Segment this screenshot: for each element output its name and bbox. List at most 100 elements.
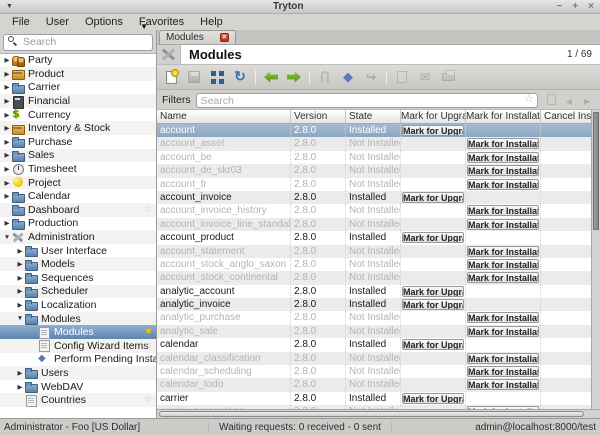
action-button[interactable] xyxy=(337,67,359,87)
close-button[interactable]: × xyxy=(588,1,594,12)
column-header-name[interactable]: Name xyxy=(157,110,291,123)
tree-item-inventory-stock[interactable]: ▶Inventory & Stock xyxy=(0,121,156,135)
vertical-scrollbar[interactable] xyxy=(591,110,600,409)
vertical-scrollbar-thumb[interactable] xyxy=(593,112,599,230)
column-header-mark-for-installation[interactable]: Mark for Installation xyxy=(466,110,541,123)
module-row-account-be[interactable]: account_be2.8.0Not InstalledMark for Ins… xyxy=(157,151,591,164)
mark-for-upgrade-button[interactable]: Mark for Upgrade xyxy=(402,125,464,136)
tree-item-modules[interactable]: ▼Modules xyxy=(0,312,156,326)
maximize-button[interactable]: + xyxy=(572,1,578,12)
mark-for-installation-button[interactable]: Mark for Installation xyxy=(467,179,539,190)
next-button[interactable] xyxy=(283,67,305,87)
tree-item-sequences[interactable]: ▶Sequences xyxy=(0,271,156,285)
tree-item-project[interactable]: ▶Project xyxy=(0,176,156,190)
panel-dropdown-icon[interactable]: ▼ xyxy=(140,22,148,31)
module-row-account-invoice-history[interactable]: account_invoice_history2.8.0Not Installe… xyxy=(157,204,591,217)
switch-view-button[interactable] xyxy=(206,67,228,87)
mark-for-installation-button[interactable]: Mark for Installation xyxy=(467,219,539,230)
expander-icon[interactable]: ▶ xyxy=(2,219,12,227)
expander-icon[interactable]: ▶ xyxy=(2,138,12,146)
tree-item-administration[interactable]: ▼Administration xyxy=(0,230,156,244)
tree-item-config-wizard-items[interactable]: Config Wizard Items☆ xyxy=(0,339,156,353)
expander-icon[interactable]: ▶ xyxy=(2,124,12,132)
module-row-account-statement[interactable]: account_statement2.8.0Not InstalledMark … xyxy=(157,245,591,258)
tree-item-countries[interactable]: Countries☆ xyxy=(0,393,156,407)
window-menu-icon[interactable]: ▼ xyxy=(6,3,20,10)
tree-item-currency[interactable]: ▶Currency xyxy=(0,108,156,122)
favorite-star-icon[interactable]: ★ xyxy=(144,325,153,339)
mark-for-upgrade-button[interactable]: Mark for Upgrade xyxy=(402,232,464,243)
tree-item-scheduler[interactable]: ▶Scheduler xyxy=(0,285,156,299)
favorite-star-icon[interactable]: ☆ xyxy=(144,203,153,217)
mark-for-installation-button[interactable]: Mark for Installation xyxy=(467,272,539,283)
favorite-star-icon[interactable]: ☆ xyxy=(144,353,153,367)
module-row-analytic-purchase[interactable]: analytic_purchase2.8.0Not InstalledMark … xyxy=(157,311,591,324)
expander-icon[interactable]: ▶ xyxy=(15,274,25,282)
tree-item-models[interactable]: ▶Models xyxy=(0,257,156,271)
mark-for-installation-button[interactable]: Mark for Installation xyxy=(467,152,539,163)
new-record-button[interactable] xyxy=(160,67,182,87)
module-row-calendar-classification[interactable]: calendar_classification2.8.0Not Installe… xyxy=(157,352,591,365)
mark-for-installation-button[interactable]: Mark for Installation xyxy=(467,353,539,364)
tree-item-localization[interactable]: ▶Localization xyxy=(0,298,156,312)
tree-item-calendar[interactable]: ▶Calendar xyxy=(0,189,156,203)
tree-item-product[interactable]: ▶Product xyxy=(0,67,156,81)
expander-icon[interactable]: ▶ xyxy=(2,151,12,159)
filter-search-input[interactable] xyxy=(196,93,538,108)
minimize-button[interactable]: − xyxy=(556,1,562,12)
tab-close-icon[interactable]: × xyxy=(220,33,229,42)
column-header-state[interactable]: State xyxy=(346,110,401,123)
reload-button[interactable] xyxy=(229,67,251,87)
module-row-account-product[interactable]: account_product2.8.0InstalledMark for Up… xyxy=(157,231,591,244)
menu-help[interactable]: Help xyxy=(192,15,231,29)
menu-user[interactable]: User xyxy=(38,15,77,29)
mark-for-installation-button[interactable]: Mark for Installation xyxy=(467,312,539,323)
mark-for-upgrade-button[interactable]: Mark for Upgrade xyxy=(402,299,464,310)
module-row-analytic-account[interactable]: analytic_account2.8.0InstalledMark for U… xyxy=(157,285,591,298)
mark-for-installation-button[interactable]: Mark for Installation xyxy=(467,165,539,176)
tree-item-perform-pending-installation[interactable]: Perform Pending Installation☆ xyxy=(0,353,156,367)
module-row-account-stock-continental[interactable]: account_stock_continental2.8.0Not Instal… xyxy=(157,271,591,284)
tree-item-dashboard[interactable]: Dashboard☆ xyxy=(0,203,156,217)
tree-item-carrier[interactable]: ▶Carrier xyxy=(0,81,156,95)
column-header-mark-for-upgrade[interactable]: Mark for Upgrade xyxy=(401,110,466,123)
column-header-cancel-installation[interactable]: Cancel Installation xyxy=(541,110,591,123)
mark-for-installation-button[interactable]: Mark for Installation xyxy=(467,366,539,377)
expander-icon[interactable]: ▶ xyxy=(2,70,12,78)
module-row-account-invoice-line-standalone[interactable]: account_invoice_line_standalone2.8.0Not … xyxy=(157,218,591,231)
tree-item-timesheet[interactable]: ▶Timesheet xyxy=(0,162,156,176)
expander-icon[interactable]: ▶ xyxy=(15,260,25,268)
expander-icon[interactable]: ▶ xyxy=(2,111,12,119)
expander-icon[interactable]: ▶ xyxy=(2,192,12,200)
tree-item-user-interface[interactable]: ▶User Interface xyxy=(0,244,156,258)
module-row-calendar-todo[interactable]: calendar_todo2.8.0Not InstalledMark for … xyxy=(157,378,591,391)
module-row-account-fr[interactable]: account_fr2.8.0Not InstalledMark for Ins… xyxy=(157,178,591,191)
module-row-calendar[interactable]: calendar2.8.0InstalledMark for Upgrade xyxy=(157,338,591,351)
previous-button[interactable] xyxy=(260,67,282,87)
tree-item-sales[interactable]: ▶Sales xyxy=(0,149,156,163)
expander-icon[interactable]: ▶ xyxy=(2,83,12,91)
expander-icon[interactable]: ▼ xyxy=(15,315,25,322)
expander-icon[interactable]: ▶ xyxy=(15,369,25,377)
expander-icon[interactable]: ▶ xyxy=(2,56,12,64)
column-header-version[interactable]: Version xyxy=(291,110,346,123)
expander-icon[interactable]: ▶ xyxy=(2,179,12,187)
mark-for-upgrade-button[interactable]: Mark for Upgrade xyxy=(402,192,464,203)
module-row-carrier[interactable]: carrier2.8.0InstalledMark for Upgrade xyxy=(157,392,591,405)
expander-icon[interactable]: ▼ xyxy=(2,234,12,241)
mark-for-installation-button[interactable]: Mark for Installation xyxy=(467,259,539,270)
horizontal-scrollbar[interactable] xyxy=(157,409,600,418)
sidebar-search-input[interactable] xyxy=(3,34,153,51)
expander-icon[interactable]: ▶ xyxy=(15,301,25,309)
mark-for-installation-button[interactable]: Mark for Installation xyxy=(467,205,539,216)
tab-modules[interactable]: Modules × xyxy=(159,30,236,44)
favorite-star-icon[interactable]: ☆ xyxy=(144,393,153,407)
expander-icon[interactable]: ▶ xyxy=(15,287,25,295)
tree-item-modules[interactable]: Modules★ xyxy=(0,325,156,339)
tree-item-party[interactable]: ▶Party xyxy=(0,54,156,68)
horizontal-scrollbar-thumb[interactable] xyxy=(159,411,584,417)
tree-item-purchase[interactable]: ▶Purchase xyxy=(0,135,156,149)
module-row-account-stock-anglo-saxon[interactable]: account_stock_anglo_saxon2.8.0Not Instal… xyxy=(157,258,591,271)
mark-for-installation-button[interactable]: Mark for Installation xyxy=(467,138,539,149)
module-row-account-invoice[interactable]: account_invoice2.8.0InstalledMark for Up… xyxy=(157,191,591,204)
